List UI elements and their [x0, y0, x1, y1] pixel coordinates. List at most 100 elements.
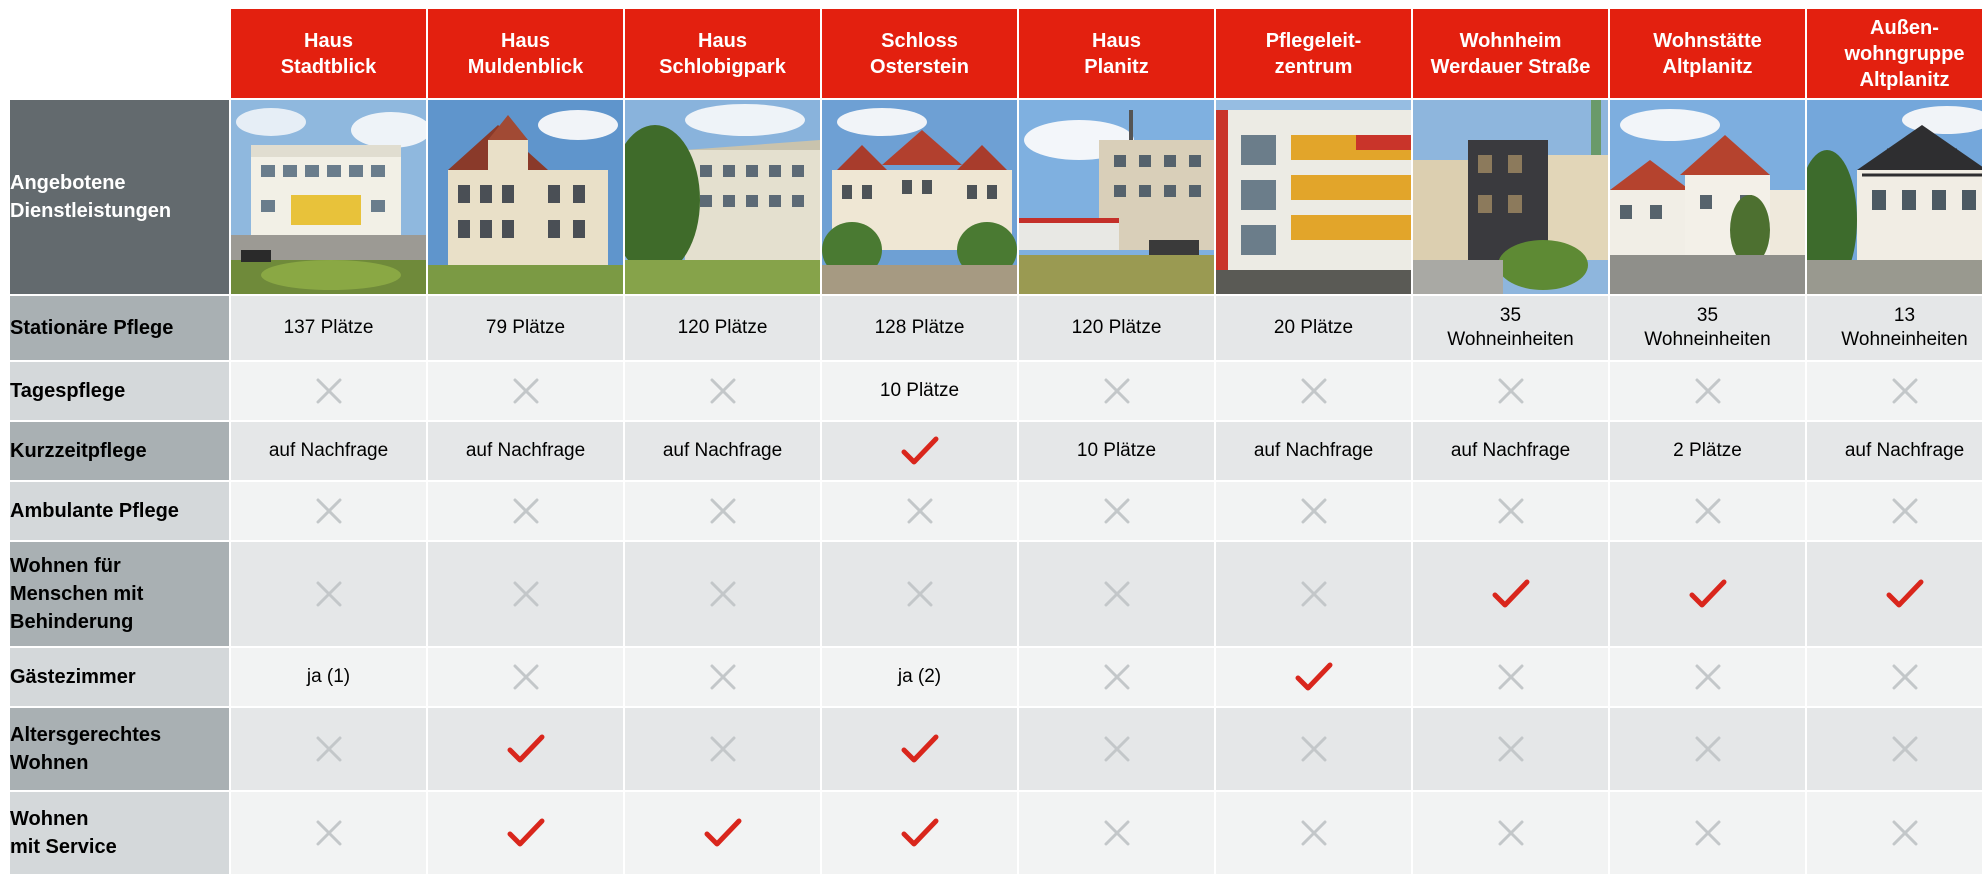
cross-icon [1695, 736, 1720, 762]
cross-icon [1104, 664, 1129, 690]
cross-icon [1695, 820, 1720, 846]
service-row-wohnen-fuer-menschen-mit-behinderung: Wohnen für Menschen mit Behinderung [10, 542, 1982, 646]
house-header-wohnheim-werdauer-strasse: Wohnheim Werdauer Straße [1413, 9, 1608, 98]
house-header-haus-muldenblick: Haus Muldenblick [428, 9, 623, 98]
service-row-gaestezimmer: Gästezimmer ja (1) ja (2) [10, 648, 1982, 706]
cell-wohnheim-werdauer-strasse [1413, 792, 1608, 874]
cell-value: 20 Plätze [1273, 317, 1354, 338]
photo-schloss-osterstein [822, 100, 1017, 294]
photo-aussenwohngruppe-altplanitz [1807, 100, 1982, 294]
cell-haus-muldenblick [428, 362, 623, 420]
cell-wohnstaette-altplanitz [1610, 542, 1805, 646]
cross-icon [1695, 664, 1720, 690]
cell-value: auf Nachfrage [1450, 440, 1571, 461]
service-label: Kurzzeitpflege [10, 422, 229, 480]
cross-icon [710, 581, 735, 607]
house-header-haus-stadtblick: Haus Stadtblick [231, 9, 426, 98]
cross-icon [316, 820, 341, 846]
photo-haus-muldenblick [428, 100, 623, 294]
cell-wohnheim-werdauer-strasse [1413, 482, 1608, 540]
cell-wohnstaette-altplanitz: 2 Plätze [1610, 422, 1805, 480]
cross-icon [1104, 378, 1129, 404]
cell-aussenwohngruppe-altplanitz: 13 Wohneinheiten [1807, 296, 1982, 360]
service-label: Ambulante Pflege [10, 482, 229, 540]
cross-icon [1301, 581, 1326, 607]
cell-schloss-osterstein: 128 Plätze [822, 296, 1017, 360]
cross-icon [1104, 820, 1129, 846]
check-icon [704, 818, 741, 847]
cell-haus-stadtblick [231, 362, 426, 420]
cell-pflegeleitzentrum [1216, 648, 1411, 706]
house-header-haus-schlobigpark: Haus Schlobigpark [625, 9, 820, 98]
cell-haus-schlobigpark [625, 792, 820, 874]
cell-aussenwohngruppe-altplanitz [1807, 648, 1982, 706]
cell-wohnheim-werdauer-strasse [1413, 362, 1608, 420]
photo-haus-planitz [1019, 100, 1214, 294]
cell-wohnheim-werdauer-strasse [1413, 648, 1608, 706]
cell-haus-schlobigpark [625, 482, 820, 540]
cell-haus-muldenblick: auf Nachfrage [428, 422, 623, 480]
cell-pflegeleitzentrum [1216, 482, 1411, 540]
check-icon [507, 818, 544, 847]
cell-value: auf Nachfrage [1253, 440, 1374, 461]
cell-haus-muldenblick [428, 708, 623, 790]
cell-value: 2 Plätze [1673, 440, 1742, 461]
service-row-altersgerechtes-wohnen: Altersgerechtes Wohnen [10, 708, 1982, 790]
cross-icon [1498, 498, 1523, 524]
cell-value: ja (2) [897, 666, 942, 687]
cross-icon [316, 498, 341, 524]
services-offered-label: Angebotene Dienstleistungen [10, 100, 229, 294]
cell-schloss-osterstein: ja (2) [822, 648, 1017, 706]
cell-value: auf Nachfrage [1844, 440, 1965, 461]
cell-wohnstaette-altplanitz [1610, 708, 1805, 790]
cell-haus-planitz [1019, 792, 1214, 874]
services-table-body: Stationäre Pflege 137 Plätze 79 Plätze 120 … [10, 296, 1982, 874]
cell-wohnheim-werdauer-strasse: 35 Wohneinheiten [1413, 296, 1608, 360]
cross-icon [1301, 378, 1326, 404]
check-icon [1492, 579, 1529, 608]
cross-icon [1301, 498, 1326, 524]
cross-icon [1892, 736, 1917, 762]
cell-value: 137 Plätze [283, 317, 374, 338]
cell-value: 128 Plätze [874, 317, 965, 338]
cell-wohnstaette-altplanitz: 35 Wohneinheiten [1610, 296, 1805, 360]
cell-value: 35 Wohneinheiten [1644, 305, 1771, 350]
cell-haus-muldenblick [428, 542, 623, 646]
cross-icon [1892, 378, 1917, 404]
cross-icon [710, 378, 735, 404]
cross-icon [1104, 581, 1129, 607]
cell-wohnstaette-altplanitz [1610, 792, 1805, 874]
cross-icon [513, 378, 538, 404]
header-corner [10, 9, 229, 98]
cross-icon [1498, 664, 1523, 690]
service-label: Wohnen für Menschen mit Behinderung [10, 542, 229, 646]
cell-wohnstaette-altplanitz [1610, 482, 1805, 540]
check-icon [1295, 662, 1332, 691]
cell-schloss-osterstein [822, 482, 1017, 540]
cell-value: 35 Wohneinheiten [1447, 305, 1574, 350]
cross-icon [1301, 736, 1326, 762]
services-comparison-table: Haus Stadtblick Haus Muldenblick Haus Sc… [8, 7, 1982, 876]
cell-haus-planitz: 120 Plätze [1019, 296, 1214, 360]
cross-icon [316, 581, 341, 607]
house-header-pflegeleitzentrum: Pflegeleit- zentrum [1216, 9, 1411, 98]
cross-icon [710, 498, 735, 524]
cell-haus-planitz: 10 Plätze [1019, 422, 1214, 480]
cell-pflegeleitzentrum [1216, 792, 1411, 874]
service-row-ambulante-pflege: Ambulante Pflege [10, 482, 1982, 540]
house-header-haus-planitz: Haus Planitz [1019, 9, 1214, 98]
cross-icon [1892, 498, 1917, 524]
service-row-wohnen-mit-service: Wohnen mit Service [10, 792, 1982, 874]
service-label: Stationäre Pflege [10, 296, 229, 360]
cell-pflegeleitzentrum: auf Nachfrage [1216, 422, 1411, 480]
cell-wohnheim-werdauer-strasse [1413, 708, 1608, 790]
cross-icon [1695, 498, 1720, 524]
cell-wohnheim-werdauer-strasse: auf Nachfrage [1413, 422, 1608, 480]
cell-haus-planitz [1019, 708, 1214, 790]
cell-schloss-osterstein [822, 708, 1017, 790]
check-icon [901, 734, 938, 763]
cell-haus-schlobigpark [625, 648, 820, 706]
service-label: Altersgerechtes Wohnen [10, 708, 229, 790]
cross-icon [907, 498, 932, 524]
cell-wohnstaette-altplanitz [1610, 362, 1805, 420]
